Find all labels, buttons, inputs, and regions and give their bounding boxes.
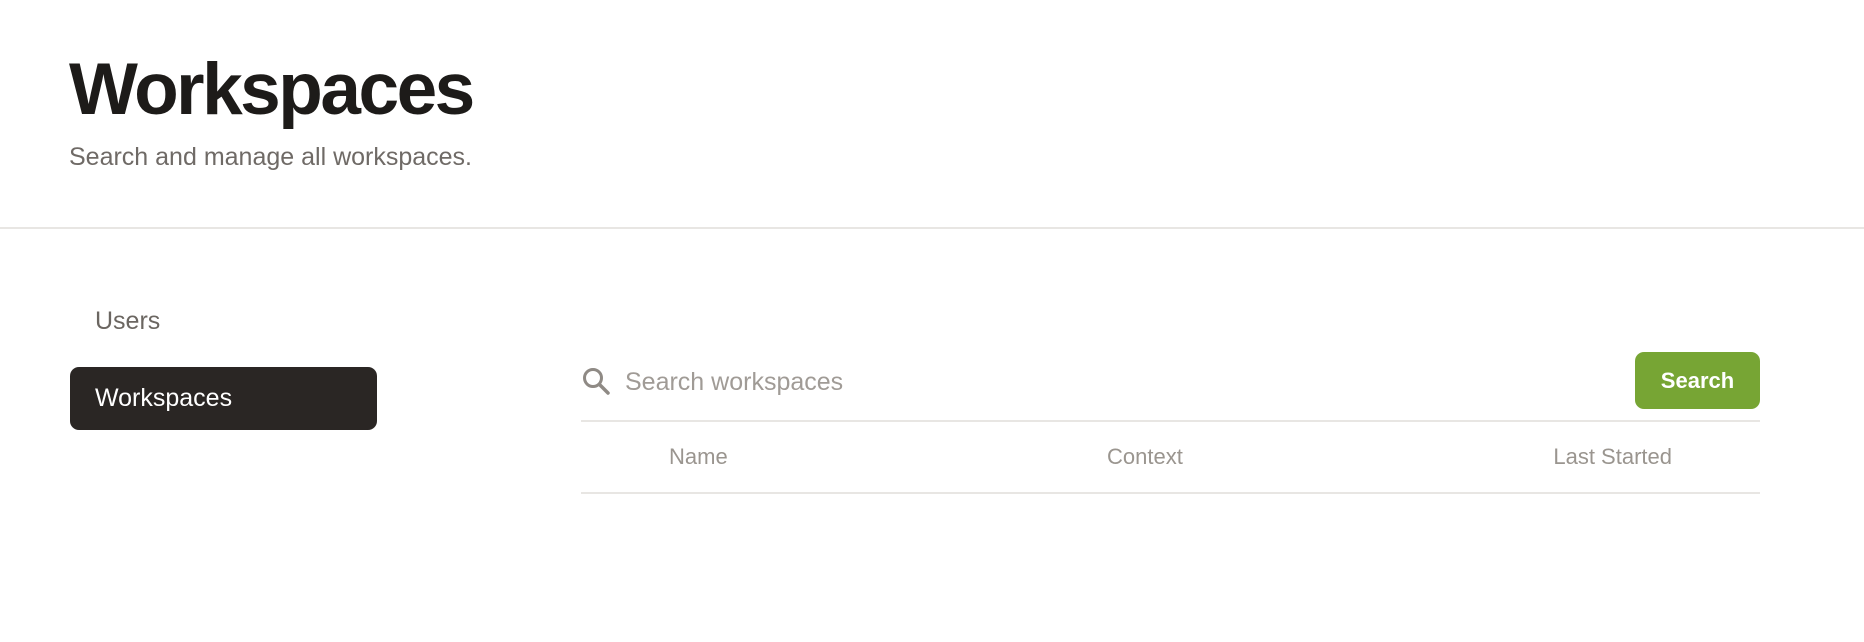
search-icon <box>583 368 610 395</box>
page-title: Workspaces <box>69 49 475 130</box>
column-header-name[interactable]: Name <box>669 444 728 470</box>
search-bar: Search <box>581 352 1760 422</box>
workspaces-panel: Search Name Context Last Started <box>581 352 1760 494</box>
sidebar-item-users[interactable]: Users <box>70 290 377 353</box>
page-header: Workspaces Search and manage all workspa… <box>0 0 1864 229</box>
search-input[interactable] <box>625 360 1565 404</box>
column-header-last-started[interactable]: Last Started <box>1553 444 1672 470</box>
sidebar-item-workspaces[interactable]: Workspaces <box>70 367 377 430</box>
page-subtitle: Search and manage all workspaces. <box>69 143 473 171</box>
search-button[interactable]: Search <box>1635 352 1760 409</box>
column-header-context[interactable]: Context <box>1107 444 1183 470</box>
table-header: Name Context Last Started <box>581 422 1760 494</box>
sidebar-nav: Users Workspaces <box>70 290 377 444</box>
